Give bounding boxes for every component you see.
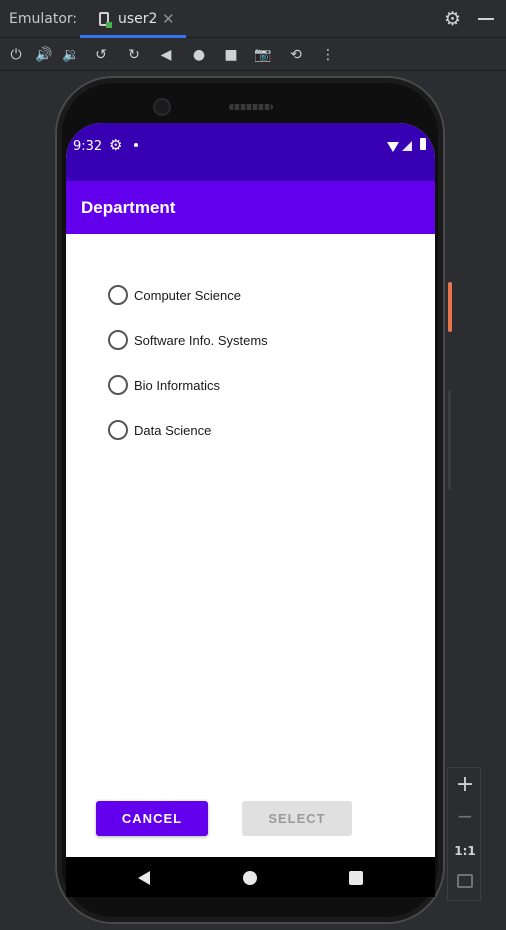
back-icon[interactable]: ◀: [157, 46, 175, 64]
select-button[interactable]: SELECT: [242, 801, 352, 836]
close-icon[interactable]: ✕: [162, 10, 175, 28]
status-time: 9:32: [73, 139, 103, 154]
emulator-title: Emulator:: [9, 11, 78, 27]
status-bar: 9:32 ⚙: [66, 123, 435, 181]
nav-recents-icon[interactable]: [349, 871, 363, 885]
minimize-icon[interactable]: [478, 18, 494, 20]
app-bar: Department: [66, 181, 435, 234]
rotate-left-icon[interactable]: ↺: [92, 46, 110, 64]
emulator-tab-bar: Emulator: user2 ✕ ⚙: [0, 0, 506, 38]
zoom-in-button[interactable]: +: [448, 772, 482, 797]
settings-notification-icon: ⚙: [109, 136, 123, 154]
radio-option-computer-science[interactable]: Computer Science: [108, 284, 241, 306]
cancel-button[interactable]: CANCEL: [96, 801, 208, 836]
radio-button[interactable]: [108, 285, 128, 305]
gear-icon[interactable]: ⚙: [444, 8, 461, 30]
power-icon[interactable]: ⏻: [7, 46, 25, 64]
earpiece-speaker: [229, 104, 273, 110]
side-power-key[interactable]: [448, 282, 452, 332]
device-screen: 9:32 ⚙ Department Computer Science Softw…: [66, 123, 435, 897]
page-title: Department: [81, 198, 176, 217]
zoom-out-button[interactable]: −: [448, 804, 482, 828]
radio-option-software-info-systems[interactable]: Software Info. Systems: [108, 329, 268, 351]
system-nav-bar: [66, 857, 435, 897]
camera-icon[interactable]: 📷: [254, 46, 272, 64]
radio-option-bio-informatics[interactable]: Bio Informatics: [108, 374, 220, 396]
overview-icon[interactable]: ■: [222, 46, 240, 64]
bottom-tool-strip: [0, 924, 506, 930]
radio-label: Software Info. Systems: [134, 332, 268, 348]
volume-down-icon[interactable]: 🔉: [62, 46, 80, 64]
battery-icon: [420, 138, 426, 150]
front-camera: [153, 98, 171, 116]
radio-button[interactable]: [108, 330, 128, 350]
rotate-right-icon[interactable]: ↻: [125, 46, 143, 64]
volume-up-icon[interactable]: 🔊: [35, 46, 53, 64]
side-volume-key[interactable]: [448, 390, 451, 490]
wifi-icon: [387, 142, 399, 152]
radio-button[interactable]: [108, 375, 128, 395]
home-icon[interactable]: ●: [190, 46, 208, 64]
radio-option-data-science[interactable]: Data Science: [108, 419, 211, 441]
tab-label: user2: [118, 11, 158, 27]
fit-screen-icon[interactable]: [457, 874, 473, 888]
radio-label: Bio Informatics: [134, 377, 220, 393]
cell-signal-icon: [402, 141, 412, 151]
snapshot-icon[interactable]: ⟲: [287, 46, 305, 64]
radio-label: Data Science: [134, 422, 212, 438]
department-dialog-content: Computer Science Software Info. Systems …: [66, 234, 435, 857]
nav-home-icon[interactable]: [243, 871, 257, 885]
tab-user2[interactable]: user2 ✕: [80, 0, 186, 38]
radio-label: Computer Science: [134, 287, 241, 303]
more-icon[interactable]: ⋮: [319, 46, 337, 64]
radio-button[interactable]: [108, 420, 128, 440]
phone-device-icon: [99, 12, 112, 28]
nav-back-icon[interactable]: [138, 871, 150, 885]
zoom-panel: + − 1:1: [447, 767, 481, 901]
emulator-toolbar: ⏻ 🔊 🔉 ↺ ↻ ◀ ● ■ 📷 ⟲ ⋮: [0, 39, 506, 71]
actual-size-button[interactable]: 1:1: [448, 844, 482, 858]
notification-dot-icon: [134, 143, 138, 147]
